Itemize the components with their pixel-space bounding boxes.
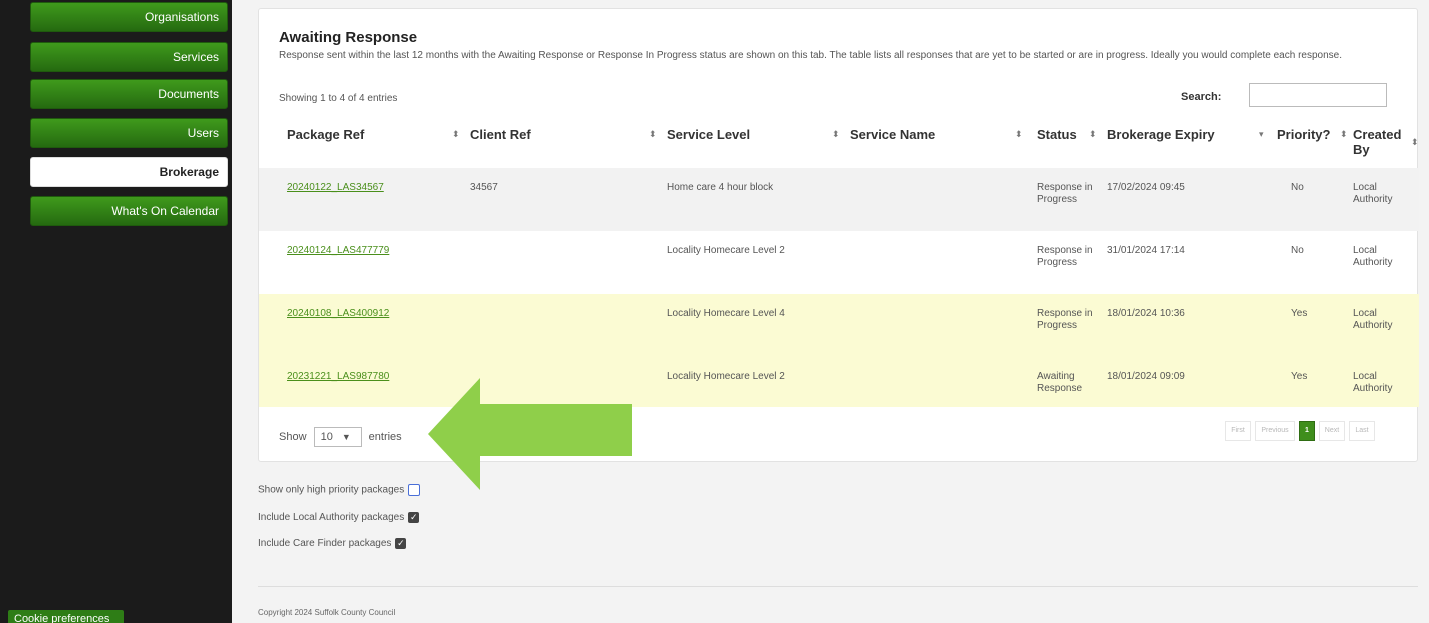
status-cell: Response in Progress — [1037, 182, 1093, 205]
table-row: 20240122_LAS34567 34567 Home care 4 hour… — [259, 168, 1419, 231]
filter-high-priority[interactable]: Show only high priority packages — [258, 484, 421, 496]
status-cell: Awaiting Response — [1037, 371, 1083, 394]
sidebar-item-organisations[interactable]: Organisations — [30, 2, 228, 32]
sort-both-icon[interactable]: ⬍ — [1340, 129, 1348, 140]
sidebar-item-brokerage[interactable]: Brokerage — [30, 157, 228, 187]
expiry-cell: 18/01/2024 09:09 — [1107, 371, 1185, 382]
filter-label: Include Local Authority packages — [258, 512, 405, 524]
filter-label: Show only high priority packages — [258, 484, 405, 496]
chevron-down-icon: ▼ — [341, 432, 351, 442]
priority-cell: Yes — [1291, 308, 1308, 319]
panel-description: Response sent within the last 12 months … — [279, 50, 1342, 61]
high-priority-checkbox[interactable] — [408, 484, 421, 496]
priority-cell: Yes — [1291, 371, 1308, 382]
table-header: Package Ref ⬍ Client Ref ⬍ Service Level… — [259, 115, 1419, 165]
column-header-package-ref[interactable]: Package Ref — [287, 127, 364, 142]
table-row: 20240108_LAS400912 Locality Homecare Lev… — [259, 294, 1419, 357]
sort-both-icon[interactable]: ⬍ — [1015, 129, 1023, 140]
client-ref-cell: 34567 — [470, 182, 498, 193]
sort-both-icon[interactable]: ⬍ — [452, 129, 460, 140]
created-by-cell: Local Authority — [1353, 308, 1393, 331]
table-row: 20240124_LAS477779 Locality Homecare Lev… — [259, 231, 1419, 294]
care-finder-checkbox[interactable]: ✓ — [395, 538, 407, 549]
sidebar-item-services[interactable]: Services — [30, 42, 228, 72]
table-info: Showing 1 to 4 of 4 entries — [279, 93, 398, 104]
arrow-left-icon — [428, 378, 632, 490]
package-ref-link[interactable]: 20240124_LAS477779 — [287, 245, 389, 257]
sort-desc-icon[interactable]: ▾ — [1259, 129, 1264, 140]
column-header-service-level[interactable]: Service Level — [667, 127, 750, 142]
status-cell: Response in Progress — [1037, 308, 1093, 331]
package-ref-link[interactable]: 20240108_LAS400912 — [287, 308, 389, 320]
priority-cell: No — [1291, 245, 1304, 256]
length-menu: Show 10 ▼ entries — [279, 427, 402, 447]
cookie-preferences-button[interactable]: Cookie preferences — [8, 610, 124, 623]
column-header-created-by[interactable]: Created By — [1353, 127, 1401, 157]
service-level-cell: Locality Homecare Level 2 — [667, 245, 785, 256]
entries-per-page-select[interactable]: 10 ▼ — [313, 427, 362, 447]
pagination-first[interactable]: First — [1225, 421, 1251, 441]
created-by-cell: Local Authority — [1353, 245, 1393, 268]
sidebar-item-users[interactable]: Users — [30, 118, 228, 148]
service-level-cell: Home care 4 hour block — [667, 182, 774, 193]
column-header-brokerage-expiry[interactable]: Brokerage Expiry — [1107, 127, 1215, 142]
local-authority-checkbox[interactable]: ✓ — [408, 512, 420, 523]
show-label: Show — [279, 430, 307, 443]
pagination-previous[interactable]: Previous — [1255, 421, 1295, 441]
filter-local-authority[interactable]: Include Local Authority packages ✓ — [258, 512, 420, 524]
sidebar-item-documents[interactable]: Documents — [30, 79, 228, 109]
sort-both-icon[interactable]: ⬍ — [1411, 137, 1419, 148]
service-level-cell: Locality Homecare Level 2 — [667, 371, 785, 382]
search-label: Search: — [1181, 91, 1222, 103]
sort-both-icon[interactable]: ⬍ — [649, 129, 657, 140]
entries-label: entries — [368, 430, 402, 443]
column-header-priority[interactable]: Priority? — [1277, 127, 1330, 142]
created-by-cell: Local Authority — [1353, 371, 1393, 394]
footer-divider — [258, 586, 1418, 587]
status-cell: Response in Progress — [1037, 245, 1093, 268]
pagination-next[interactable]: Next — [1319, 421, 1345, 441]
column-header-client-ref[interactable]: Client Ref — [470, 127, 531, 142]
column-header-service-name[interactable]: Service Name — [850, 127, 935, 142]
sidebar: Organisations Services Documents Users B… — [0, 0, 232, 623]
pagination-page-1[interactable]: 1 — [1299, 421, 1315, 441]
sidebar-item-whats-on-calendar[interactable]: What's On Calendar — [30, 196, 228, 226]
service-level-cell: Locality Homecare Level 4 — [667, 308, 785, 319]
package-ref-link[interactable]: 20240122_LAS34567 — [287, 182, 384, 194]
package-ref-link[interactable]: 20231221_LAS987780 — [287, 371, 389, 383]
pagination-last[interactable]: Last — [1349, 421, 1375, 441]
expiry-cell: 31/01/2024 17:14 — [1107, 245, 1185, 256]
expiry-cell: 17/02/2024 09:45 — [1107, 182, 1185, 193]
panel-title: Awaiting Response — [279, 29, 418, 46]
sort-both-icon[interactable]: ⬍ — [832, 129, 840, 140]
filter-care-finder[interactable]: Include Care Finder packages ✓ — [258, 538, 407, 550]
entries-per-page-value: 10 — [320, 431, 333, 443]
sort-both-icon[interactable]: ⬍ — [1089, 129, 1097, 140]
filter-label: Include Care Finder packages — [258, 538, 392, 550]
created-by-cell: Local Authority — [1353, 182, 1393, 205]
main-content: Awaiting Response Response sent within t… — [232, 0, 1429, 623]
copyright: Copyright 2024 Suffolk County Council — [258, 608, 396, 617]
column-header-status[interactable]: Status — [1037, 127, 1077, 142]
expiry-cell: 18/01/2024 10:36 — [1107, 308, 1185, 319]
priority-cell: No — [1291, 182, 1304, 193]
search-input[interactable] — [1249, 83, 1387, 107]
